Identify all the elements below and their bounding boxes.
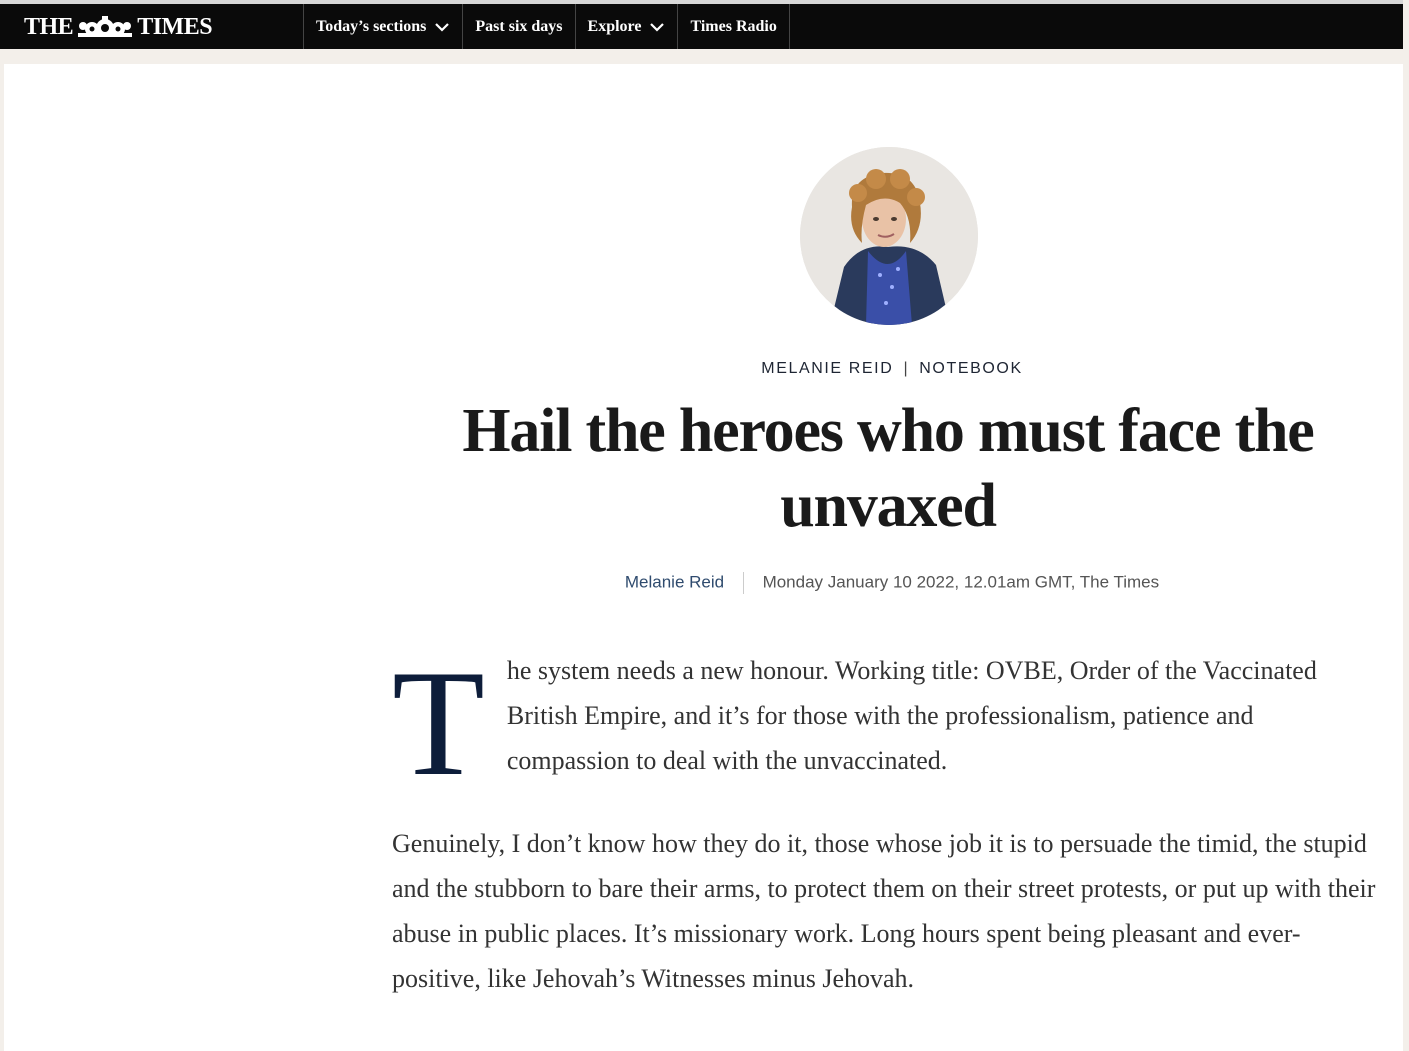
nav-item-times-radio[interactable]: Times Radio bbox=[677, 4, 790, 49]
kicker-author[interactable]: MELANIE REID bbox=[761, 360, 893, 377]
nav-item-label: Explore bbox=[587, 17, 642, 35]
byline-author-link[interactable]: Melanie Reid bbox=[625, 572, 724, 591]
author-avatar bbox=[800, 147, 978, 325]
section-nav: Today’s sections Past six days Explore T… bbox=[303, 4, 790, 49]
nav-item-past-six-days[interactable]: Past six days bbox=[462, 4, 574, 49]
paragraph-text: he system needs a new honour. Working ti… bbox=[506, 656, 1317, 775]
author-photo-illustration bbox=[800, 147, 978, 325]
article-body: T he system needs a new honour. Working … bbox=[392, 639, 1382, 1039]
crest-icon bbox=[78, 16, 133, 37]
article-paragraph-1: T he system needs a new honour. Working … bbox=[392, 639, 1382, 807]
nav-item-explore[interactable]: Explore bbox=[574, 4, 678, 49]
kicker-section[interactable]: NOTEBOOK bbox=[919, 360, 1022, 377]
nav-item-label: Past six days bbox=[475, 17, 563, 35]
page-edge bbox=[1403, 0, 1409, 1051]
top-nav-bar: THE TIMES Today’s sections Past six days… bbox=[0, 0, 1403, 49]
article-paragraph-2: Genuinely, I don’t know how they do it, … bbox=[392, 829, 1376, 993]
logo-text-left: THE bbox=[24, 13, 74, 40]
article-kicker: MELANIE REID | NOTEBOOK bbox=[4, 360, 1409, 378]
article-card: MELANIE REID | NOTEBOOK Hail the heroes … bbox=[4, 64, 1409, 1051]
article-byline: Melanie Reid Monday January 10 2022, 12.… bbox=[4, 572, 1409, 594]
chevron-down-icon bbox=[435, 22, 450, 32]
article-headline: Hail the heroes who must face the unvaxe… bbox=[462, 397, 1314, 540]
times-logo[interactable]: THE TIMES bbox=[24, 13, 213, 41]
nav-item-label: Times Radio bbox=[690, 17, 777, 35]
logo-text-right: TIMES bbox=[137, 13, 213, 40]
kicker-separator: | bbox=[903, 360, 910, 377]
byline-date: Monday January 10 2022, 12.01am GMT, The… bbox=[762, 572, 1160, 592]
byline-divider bbox=[742, 572, 744, 594]
chevron-down-icon bbox=[650, 22, 665, 32]
nav-item-todays-sections[interactable]: Today’s sections bbox=[303, 4, 462, 49]
drop-cap: T bbox=[392, 639, 485, 807]
nav-item-label: Today’s sections bbox=[316, 17, 427, 35]
